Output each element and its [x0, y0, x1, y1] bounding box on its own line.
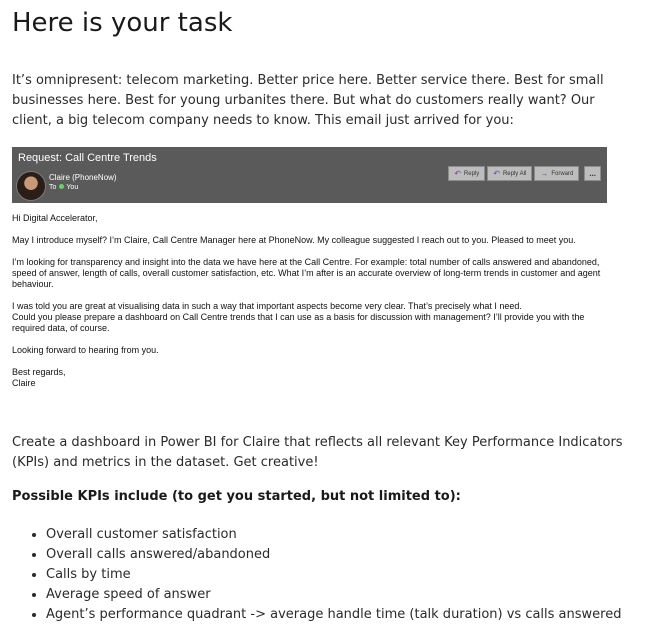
recipient-name: You — [66, 184, 79, 191]
avatar — [16, 171, 46, 201]
email-sender: Claire (PhoneNow) — [49, 173, 117, 182]
email-signature: Claire — [12, 378, 36, 388]
reply-all-icon: ↶ — [493, 169, 500, 178]
reply-all-label: Reply All — [502, 170, 527, 177]
forward-button[interactable]: → Forward — [534, 166, 580, 181]
email-subject: Request: Call Centre Trends — [18, 152, 157, 164]
task-page: Here is your task It’s omnipresent: tele… — [0, 0, 655, 640]
email-paragraph: I’m looking for transparency and insight… — [12, 257, 601, 289]
email-paragraph: Could you please prepare a dashboard on … — [12, 312, 585, 333]
to-label: To — [49, 184, 57, 191]
reply-button[interactable]: ↶ Reply — [448, 166, 486, 181]
list-item: Overall calls answered/abandoned — [46, 545, 621, 565]
reply-icon: ↶ — [454, 169, 461, 178]
list-item: Agent’s performance quadrant -> average … — [46, 605, 621, 625]
email-header: Request: Call Centre Trends Claire (Phon… — [12, 147, 607, 203]
email-greeting: Hi Digital Accelerator, — [12, 213, 98, 223]
intro-text: It’s omnipresent: telecom marketing. Bet… — [12, 73, 604, 128]
email-paragraph: Looking forward to hearing from you. — [12, 345, 159, 355]
list-item: Overall customer satisfaction — [46, 525, 621, 545]
list-item: Average speed of answer — [46, 585, 621, 605]
email-recipient-line: To You — [49, 184, 78, 191]
forward-icon: → — [540, 169, 549, 178]
email-paragraph: May I introduce myself? I’m Claire, Call… — [12, 235, 576, 245]
email-actions: ↶ Reply ↶ Reply All → Forward ... — [448, 166, 601, 181]
more-actions-button[interactable]: ... — [584, 166, 601, 181]
email-closing: Best regards, — [12, 367, 66, 377]
forward-label: Forward — [551, 170, 574, 177]
reply-all-button[interactable]: ↶ Reply All — [487, 166, 533, 181]
online-status-icon — [59, 184, 65, 189]
page-title: Here is your task — [12, 8, 233, 38]
kpi-list: Overall customer satisfaction Overall ca… — [12, 525, 621, 625]
email-body: Hi Digital Accelerator, May I introduce … — [12, 213, 612, 389]
task-description: Create a dashboard in Power BI for Clair… — [12, 435, 623, 470]
reply-label: Reply — [463, 170, 480, 177]
kpi-heading: Possible KPIs include (to get you starte… — [12, 489, 461, 504]
list-item: Calls by time — [46, 565, 621, 585]
email-paragraph: I was told you are great at visualising … — [12, 301, 522, 311]
